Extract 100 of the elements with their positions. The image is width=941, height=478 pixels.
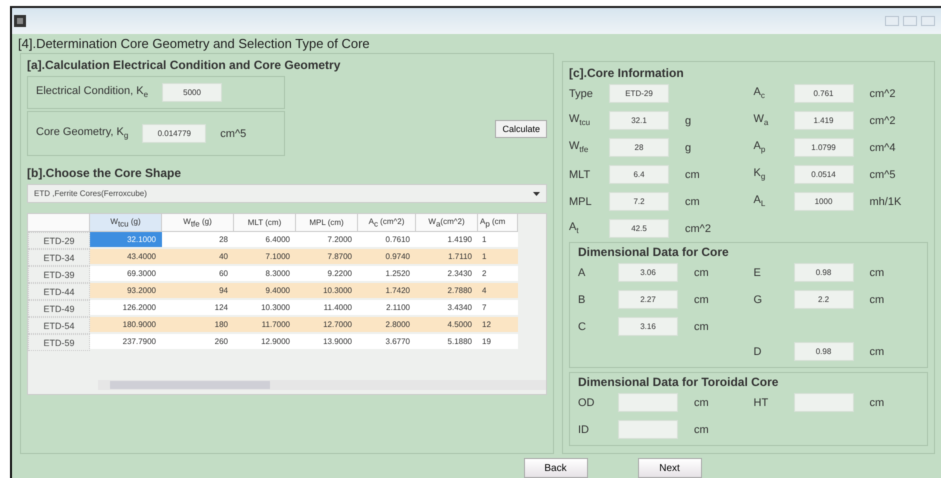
table-cell: 4 — [478, 283, 518, 298]
table-cell: 2.8000 — [358, 317, 416, 332]
table-cell: 7.8700 — [296, 249, 358, 264]
table-cell: 180.9000 — [90, 317, 162, 332]
unit-label: cm — [870, 294, 886, 306]
field-label: C — [578, 320, 587, 332]
table-cell: 10.3000 — [296, 283, 358, 298]
table-cell: 1 — [478, 232, 518, 247]
value-field[interactable]: 1000 — [794, 192, 854, 211]
value-field[interactable]: ETD-29 — [609, 84, 669, 103]
field-label: K$_{g}$ — [754, 167, 766, 182]
calculate-button[interactable]: Calculate — [495, 120, 547, 138]
field-label: D — [754, 346, 762, 358]
value-field[interactable]: 0.0514 — [794, 165, 854, 184]
table-cell: 260 — [162, 334, 234, 349]
row-header[interactable]: ETD-49 — [28, 300, 90, 317]
core-dropdown[interactable]: ETD ,Ferrite Cores(Ferroxcube) — [27, 184, 547, 203]
value-field[interactable]: 0.98 — [794, 263, 854, 282]
close-button[interactable] — [921, 16, 935, 26]
field-label: Type — [569, 88, 594, 100]
value-field[interactable]: 7.2 — [609, 192, 669, 211]
app-icon — [14, 15, 26, 27]
table-cell: 124 — [162, 300, 234, 315]
geometry-field[interactable]: 0.014779 — [142, 124, 206, 143]
horizontal-scrollbar[interactable] — [98, 380, 546, 390]
value-field[interactable]: 28 — [609, 138, 669, 157]
table-cell: 11.4000 — [296, 300, 358, 315]
input-field[interactable] — [794, 393, 854, 412]
table-cell: 237.7900 — [90, 334, 162, 349]
row-header[interactable]: ETD-59 — [28, 334, 90, 351]
group-title: Dimensional Data for Toroidal Core — [578, 375, 780, 389]
group-title: Dimensional Data for Core — [578, 245, 730, 259]
unit-label: cm — [694, 294, 710, 306]
row-header[interactable]: ETD-29 — [28, 232, 90, 249]
input-field[interactable] — [618, 420, 678, 439]
table-cell: 1.7420 — [358, 283, 416, 298]
table-cell: 60 — [162, 266, 234, 281]
value-field[interactable]: 2.27 — [618, 290, 678, 309]
value-field[interactable]: 1.419 — [794, 111, 854, 130]
row-header[interactable]: ETD-54 — [28, 317, 90, 334]
unit-label: cm — [694, 320, 710, 332]
field-label: W$_{tcu}$ — [569, 113, 592, 128]
unit-label: g — [685, 114, 692, 126]
value-field[interactable]: 3.16 — [618, 317, 678, 336]
column-header[interactable]: MPL (cm) — [296, 214, 358, 232]
unit-label: cm — [694, 266, 710, 278]
field-label: OD — [578, 396, 596, 408]
field-label: E — [754, 266, 762, 278]
table-cell: 3.4340 — [416, 300, 478, 315]
table-cell: 12.7000 — [296, 317, 358, 332]
table-cell: 1.7110 — [416, 249, 478, 264]
value-field[interactable]: 32.1 — [609, 111, 669, 130]
field-label: MLT — [569, 168, 592, 180]
field-label: HT — [754, 396, 770, 408]
field-label: G — [754, 294, 764, 306]
table-cell: 43.4000 — [90, 249, 162, 264]
unit-label: cm^5 — [220, 128, 246, 140]
unit-label: cm^5 — [870, 168, 896, 180]
electrical-field[interactable]: 5000 — [162, 83, 222, 102]
unit-label: cm^2 — [870, 114, 896, 126]
field-label: MPL — [569, 196, 593, 208]
field-label: A$_{t}$ — [569, 221, 580, 236]
section-title: [b].Choose the Core Shape — [27, 166, 182, 180]
value-field[interactable]: 6.4 — [609, 165, 669, 184]
row-header[interactable]: ETD-39 — [28, 266, 90, 283]
unit-label: cm — [694, 396, 710, 408]
value-field[interactable]: 2.2 — [794, 290, 854, 309]
unit-label: cm — [870, 266, 886, 278]
unit-label: cm^4 — [870, 142, 896, 154]
table-cell: 3.6770 — [358, 334, 416, 349]
minimize-button[interactable] — [885, 16, 899, 26]
table-cell: 12 — [478, 317, 518, 332]
column-header[interactable]: MLT (cm) — [234, 214, 296, 232]
field-label: Core Geometry, K$_{g}$ — [36, 126, 128, 141]
next-button[interactable]: Next — [638, 458, 702, 478]
table-cell: 10.3000 — [234, 300, 296, 315]
row-header[interactable]: ETD-34 — [28, 249, 90, 266]
maximize-button[interactable] — [903, 16, 917, 26]
table-cell: 2.7880 — [416, 283, 478, 298]
row-header[interactable]: ETD-44 — [28, 283, 90, 300]
table-cell: 2 — [478, 266, 518, 281]
unit-label: cm^2 — [870, 88, 896, 100]
field-label: W$_{a}$ — [754, 113, 770, 128]
value-field[interactable]: 42.5 — [609, 219, 669, 238]
table-cell: 2.1100 — [358, 300, 416, 315]
table-cell: 126.2000 — [90, 300, 162, 315]
table-cell: 0.7610 — [358, 232, 416, 247]
table-cell: 11.7000 — [234, 317, 296, 332]
value-field[interactable]: 0.761 — [794, 84, 854, 103]
page-heading: [4].Determination Core Geometry and Selection Type of Core — [17, 35, 371, 53]
value-field[interactable]: 1.0799 — [794, 138, 854, 157]
caret-icon — [533, 192, 540, 196]
table-cell: 32.1000 — [90, 232, 162, 247]
back-button[interactable]: Back — [524, 458, 588, 478]
field-label: A — [578, 266, 586, 278]
table-cell: 28 — [162, 232, 234, 247]
input-field[interactable] — [618, 393, 678, 412]
value-field[interactable]: 3.06 — [618, 263, 678, 282]
table-cell: 7 — [478, 300, 518, 315]
value-field[interactable]: 0.98 — [794, 342, 854, 361]
